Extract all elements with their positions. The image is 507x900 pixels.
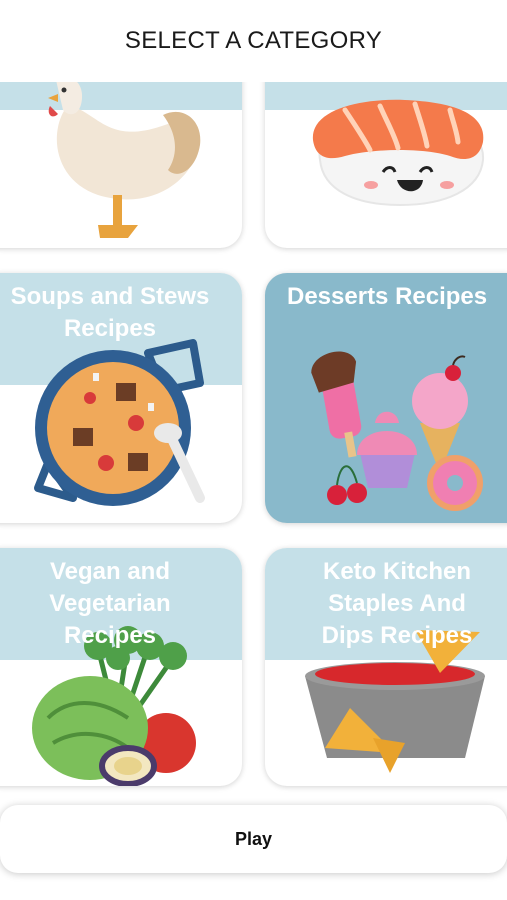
category-title: Keto Kitchen Staples And Dips Recipes bbox=[321, 558, 473, 649]
category-title: Vegan and Vegetarian Recipes bbox=[49, 558, 171, 649]
category-card-keto-kitchen[interactable]: Keto Kitchen Staples And Dips Recipes bbox=[265, 548, 507, 786]
category-title: Soups and Stews Recipes bbox=[10, 283, 210, 342]
app-header: SELECT A CATEGORY bbox=[0, 0, 507, 82]
play-button[interactable]: Play bbox=[0, 805, 507, 873]
category-card-vegan-and-vegetarian[interactable]: Vegan and Vegetarian Recipes bbox=[0, 548, 242, 786]
category-card-soups-and-stews[interactable]: Soups and Stews Recipes bbox=[0, 273, 242, 523]
category-card-desserts[interactable]: Desserts Recipes bbox=[265, 273, 507, 523]
page-title: SELECT A CATEGORY bbox=[124, 27, 383, 54]
category-title: Desserts Recipes bbox=[287, 283, 488, 310]
play-button-label: Play bbox=[234, 828, 273, 849]
category-grid: Soups and Stews Recipes Desserts Recipes bbox=[0, 0, 507, 900]
